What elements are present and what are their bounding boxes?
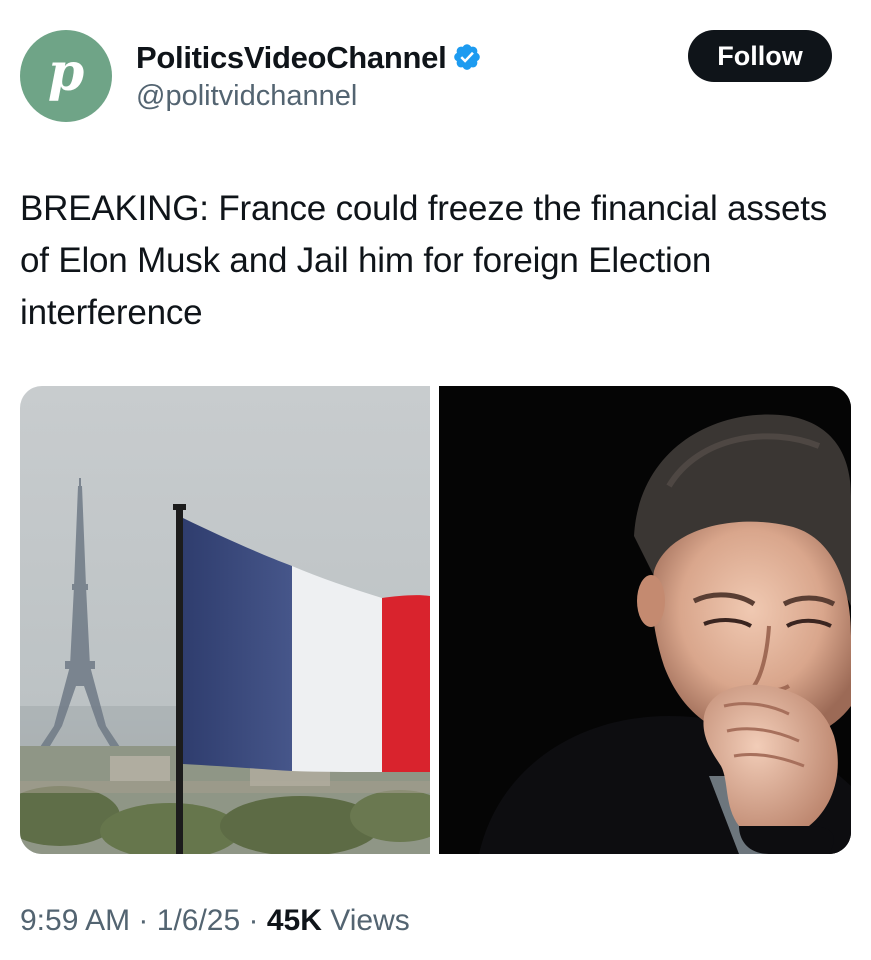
display-name[interactable]: PoliticsVideoChannel [136,40,482,76]
french-flag-photo [20,386,430,854]
avatar-letter: p [47,42,85,103]
tweet-date[interactable]: 1/6/25 [157,904,240,937]
avatar[interactable]: p [20,30,112,122]
meta-separator: · [248,904,259,937]
meta-separator: · [138,904,149,937]
follow-button[interactable]: Follow [688,30,832,82]
handle[interactable]: @politvidchannel [136,80,357,113]
media-divider [430,386,439,854]
tweet-text: BREAKING: France could freeze the financ… [20,189,828,332]
media-image-flag[interactable] [20,386,430,854]
media-image-person[interactable] [439,386,851,854]
person-photo [439,386,851,854]
display-name-text: PoliticsVideoChannel [136,40,447,75]
views-count: 45K [266,904,322,937]
views-label: Views [330,904,410,937]
verified-badge-icon [454,44,481,70]
tweet-meta: 9:59 AM · 1/6/25 · 45K Views [20,904,410,938]
tweet-header: p PoliticsVideoChannel @politvidchannel … [20,28,832,124]
media-grid [20,386,851,854]
tweet-time[interactable]: 9:59 AM [20,904,130,937]
